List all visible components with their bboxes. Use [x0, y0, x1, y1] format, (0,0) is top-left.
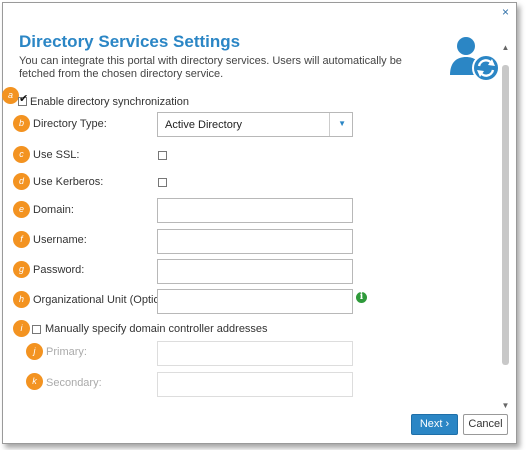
- close-icon[interactable]: ×: [502, 6, 509, 18]
- scroll-up-icon[interactable]: ▲: [500, 43, 511, 53]
- directory-type-label: Directory Type:: [33, 118, 107, 130]
- scroll-down-icon[interactable]: ▼: [500, 401, 511, 411]
- dialog-description: You can integrate this portal with direc…: [19, 55, 402, 80]
- callout-badge-j: j: [26, 343, 43, 360]
- dialog-title: Directory Services Settings: [19, 32, 241, 51]
- password-input[interactable]: [157, 259, 353, 284]
- enable-sync-checkbox[interactable]: ✔: [18, 93, 29, 106]
- checkmark-icon: ✔: [19, 93, 29, 105]
- cancel-button[interactable]: Cancel: [463, 414, 508, 435]
- callout-badge-b: b: [13, 115, 30, 132]
- callout-badge-i: i: [13, 320, 30, 337]
- secondary-label: Secondary:: [46, 377, 102, 389]
- username-label: Username:: [33, 234, 87, 246]
- callout-badge-e: e: [13, 201, 30, 218]
- select-divider: [329, 113, 330, 136]
- callout-badge-a: a: [2, 87, 19, 104]
- scroll-thumb[interactable]: [502, 65, 509, 365]
- callout-badge-c: c: [13, 146, 30, 163]
- callout-badge-d: d: [13, 173, 30, 190]
- use-ssl-label: Use SSL:: [33, 149, 80, 161]
- callout-badge-k: k: [26, 373, 43, 390]
- primary-label: Primary:: [46, 346, 87, 358]
- use-kerberos-label: Use Kerberos:: [33, 176, 104, 188]
- manual-dc-checkbox[interactable]: [32, 325, 41, 334]
- domain-input[interactable]: [157, 198, 353, 223]
- username-input[interactable]: [157, 229, 353, 254]
- info-icon[interactable]: i: [356, 292, 367, 303]
- chevron-down-icon[interactable]: ▼: [338, 119, 346, 128]
- directory-type-select[interactable]: Active Directory ▼: [157, 112, 353, 137]
- callout-badge-h: h: [13, 291, 30, 308]
- secondary-input[interactable]: [157, 372, 353, 397]
- domain-label: Domain:: [33, 204, 74, 216]
- callout-badge-g: g: [13, 261, 30, 278]
- password-label: Password:: [33, 264, 85, 276]
- enable-sync-label: Enable directory synchronization: [30, 96, 189, 108]
- use-kerberos-checkbox[interactable]: [158, 178, 167, 187]
- next-button[interactable]: Next ›: [411, 414, 458, 435]
- directory-type-value: Active Directory: [165, 119, 243, 131]
- user-sync-icon: [450, 37, 500, 82]
- manual-dc-label: Manually specify domain controller addre…: [45, 323, 268, 335]
- ou-input[interactable]: [157, 289, 353, 314]
- use-ssl-checkbox[interactable]: [158, 151, 167, 160]
- vertical-scrollbar[interactable]: ▲ ▼: [500, 43, 511, 411]
- primary-input[interactable]: [157, 341, 353, 366]
- callout-badge-f: f: [13, 231, 30, 248]
